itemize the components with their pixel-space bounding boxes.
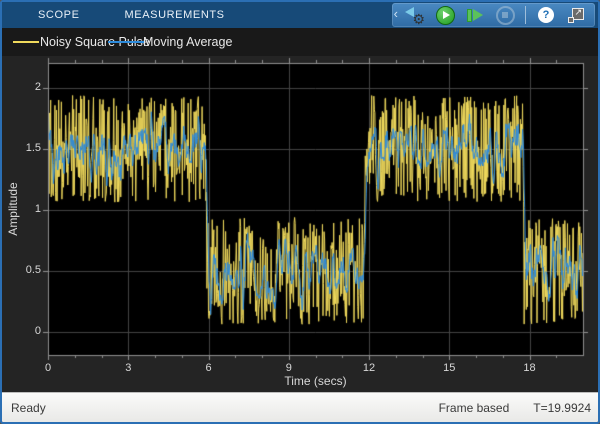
plot-canvas[interactable] [2, 56, 598, 392]
question-mark-icon: ? [538, 7, 554, 23]
status-right-group: Frame based T=19.9924 [439, 401, 598, 415]
run-button[interactable] [433, 4, 457, 26]
legend-strip: Noisy Square Pulse Moving Average [2, 28, 598, 56]
pop-out-icon: ↗ [568, 8, 584, 23]
toolbar-divider [525, 6, 526, 24]
tab-strip: SCOPE MEASUREMENTS ‹ ⚙ [2, 2, 598, 28]
status-sim-time: T=19.9924 [533, 401, 591, 415]
status-state: Ready [11, 401, 46, 415]
step-forward-button[interactable] [463, 4, 487, 26]
status-bar: Ready Frame based T=19.9924 [2, 392, 598, 422]
gear-with-arrow-icon: ⚙ [405, 6, 425, 24]
help-button[interactable]: ? [534, 4, 558, 26]
step-forward-icon [467, 9, 483, 22]
stop-icon [496, 6, 515, 25]
legend-swatch-moving-average [108, 41, 144, 43]
stop-button[interactable] [493, 4, 517, 26]
play-icon [436, 6, 455, 25]
y-axis-label: Amplitude [6, 159, 20, 259]
collapse-toolbar-icon[interactable]: ‹ [394, 4, 398, 24]
tab-measurements[interactable]: MEASUREMENTS [125, 9, 225, 21]
y-tick-label: 2 [14, 81, 41, 94]
scope-window: SCOPE MEASUREMENTS ‹ ⚙ [0, 0, 600, 424]
simulation-settings-button[interactable]: ⚙ [403, 4, 427, 26]
y-tick-label: 1.5 [14, 142, 41, 155]
dock-button[interactable]: ↗ [564, 4, 588, 26]
quick-access-toolbar: ‹ ⚙ [392, 3, 595, 27]
y-tick-label: 0 [14, 325, 41, 338]
x-axis-label: Time (secs) [48, 374, 583, 388]
tab-scope[interactable]: SCOPE [38, 9, 80, 21]
gear-icon: ⚙ [412, 12, 425, 26]
plot-figure: 036912151800.511.52 Time (secs) Amplitud… [2, 56, 598, 392]
legend-label-moving-average[interactable]: Moving Average [143, 35, 232, 49]
legend-swatch-noisy-square-pulse [13, 41, 39, 43]
y-tick-label: 0.5 [14, 264, 41, 277]
status-frame-mode: Frame based [439, 401, 510, 415]
